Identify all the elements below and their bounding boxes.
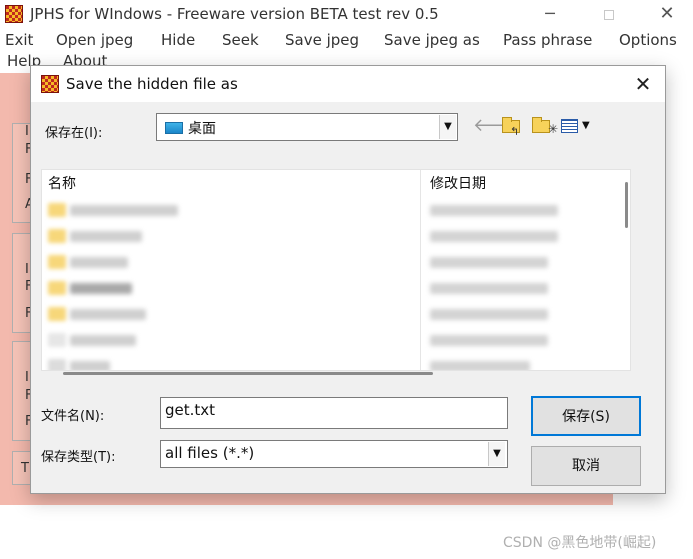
menu-pass-phrase[interactable]: Pass phrase	[503, 31, 592, 49]
cancel-button[interactable]: 取消	[531, 446, 641, 486]
up-one-level-button[interactable]: ↰	[499, 114, 523, 138]
back-button[interactable]: 🡐	[473, 114, 521, 138]
folder-icon	[48, 203, 66, 217]
save-dialog: Save the hidden file as ✕ 保存在(I): 桌面 ▼ 🡐…	[30, 65, 666, 494]
filetype-value: all files (*.*)	[165, 444, 255, 462]
folder-icon	[48, 281, 66, 295]
file-name-blurred	[70, 231, 142, 242]
main-close-button[interactable]: ✕	[652, 3, 682, 25]
look-in-dropdown[interactable]: 桌面 ▼	[156, 113, 458, 141]
filetype-label: 保存类型(T):	[41, 450, 116, 465]
panel-label: I	[25, 124, 29, 139]
file-list[interactable]: ^ 名称 修改日期	[41, 169, 631, 371]
file-row[interactable]	[42, 276, 630, 300]
file-name-blurred	[70, 335, 136, 346]
jphs-app-icon	[41, 75, 59, 93]
new-folder-button[interactable]: ✳	[529, 114, 558, 138]
view-menu-icon	[561, 119, 578, 133]
chevron-down-icon: ▼	[582, 120, 590, 131]
menu-save-jpeg[interactable]: Save jpeg	[285, 31, 359, 49]
file-date-blurred	[430, 335, 548, 346]
up-folder-icon: ↰	[502, 117, 520, 137]
file-icon	[48, 359, 66, 370]
file-row[interactable]	[42, 328, 630, 352]
dialog-title: Save the hidden file as	[66, 75, 238, 93]
minimize-button[interactable]: ─	[535, 3, 565, 25]
main-window-title: JPHS for WIndows - Freeware version BETA…	[30, 5, 439, 23]
vertical-scrollbar[interactable]	[625, 182, 628, 228]
file-date-blurred	[430, 257, 548, 268]
file-date-blurred	[430, 205, 558, 216]
file-row[interactable]	[42, 224, 630, 248]
folder-icon	[48, 229, 66, 243]
look-in-value: 桌面	[188, 121, 216, 137]
menu-save-jpeg-as[interactable]: Save jpeg as	[384, 31, 480, 49]
main-titlebar: JPHS for WIndows - Freeware version BETA…	[0, 0, 693, 30]
save-button[interactable]: 保存(S)	[531, 396, 641, 436]
sort-ascending-icon: ^	[226, 169, 238, 180]
filename-label: 文件名(N):	[41, 409, 105, 424]
file-row[interactable]	[42, 198, 630, 222]
file-date-blurred	[430, 361, 530, 370]
close-icon: ✕	[634, 72, 652, 96]
chevron-down-icon[interactable]: ▼	[439, 115, 456, 139]
new-folder-icon: ✳	[532, 117, 558, 136]
menu-hide[interactable]: Hide	[161, 31, 195, 49]
watermark: CSDN @黑色地带(崛起)	[503, 535, 657, 551]
folder-icon	[48, 307, 66, 321]
panel-label: I	[25, 262, 29, 277]
dialog-close-button[interactable]: ✕	[629, 72, 657, 96]
jphs-app-icon	[5, 5, 23, 23]
column-header-date[interactable]: 修改日期	[430, 173, 486, 193]
filetype-dropdown[interactable]: all files (*.*) ▼	[160, 440, 508, 468]
menu-exit[interactable]: Exit	[5, 31, 33, 49]
chevron-down-icon[interactable]: ▼	[488, 442, 505, 466]
file-name-blurred	[70, 309, 146, 320]
file-name-blurred	[70, 283, 132, 294]
dialog-titlebar: Save the hidden file as ✕	[31, 66, 665, 102]
menu-open-jpeg[interactable]: Open jpeg	[56, 31, 133, 49]
filename-input[interactable]: get.txt	[160, 397, 508, 429]
menu-options[interactable]: Options	[619, 31, 677, 49]
file-row[interactable]	[42, 354, 630, 370]
file-row[interactable]	[42, 302, 630, 326]
file-name-blurred	[70, 205, 178, 216]
file-name-blurred	[70, 257, 128, 268]
folder-icon	[48, 255, 66, 269]
maximize-icon	[604, 9, 614, 20]
file-date-blurred	[430, 231, 558, 242]
file-date-blurred	[430, 283, 548, 294]
screen: JPHS for WIndows - Freeware version BETA…	[0, 0, 693, 559]
look-in-label: 保存在(I):	[45, 126, 103, 141]
file-name-blurred	[70, 361, 110, 370]
desktop-icon	[165, 122, 183, 134]
file-date-blurred	[430, 309, 548, 320]
view-menu-button[interactable]: ▼	[559, 114, 597, 138]
menubar: Exit Open jpeg Hide Seek Save jpeg Save …	[0, 30, 693, 52]
horizontal-scrollbar[interactable]	[63, 372, 433, 375]
maximize-button[interactable]	[594, 3, 624, 25]
file-icon	[48, 333, 66, 347]
file-row[interactable]	[42, 250, 630, 274]
panel-label: I	[25, 370, 29, 385]
column-header-name[interactable]: 名称	[48, 173, 76, 193]
menu-seek[interactable]: Seek	[222, 31, 259, 49]
